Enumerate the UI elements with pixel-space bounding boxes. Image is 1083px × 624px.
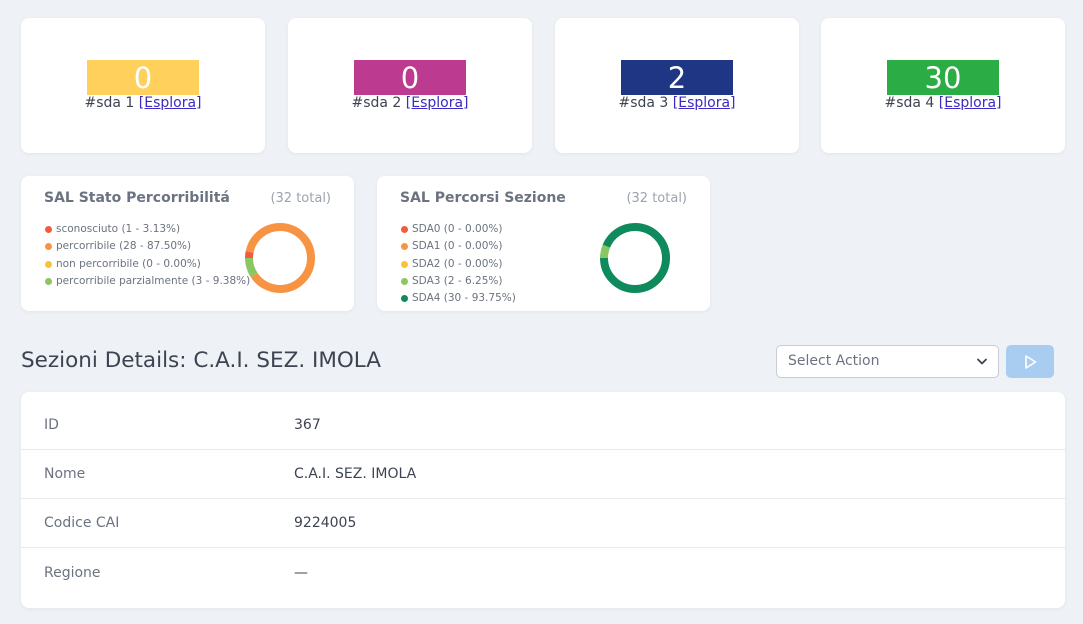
legend-dot	[401, 260, 408, 268]
stat-label: #sda 2 [Esplora]	[351, 94, 468, 112]
play-icon	[1025, 354, 1037, 369]
page-title: Sezioni Details: C.A.I. SEZ. IMOLA	[21, 348, 381, 373]
chart-total: (32 total)	[270, 191, 331, 206]
legend-item: SDA0 (0 - 0.00%)	[401, 221, 516, 238]
row-value: 9224005	[294, 515, 357, 531]
esplora-link[interactable]: [Esplora]	[939, 95, 1002, 111]
legend-item: non percorribile (0 - 0.00%)	[45, 256, 250, 273]
chart-total: (32 total)	[626, 191, 687, 206]
table-row: ID 367	[21, 401, 1065, 450]
legend-dot	[45, 260, 52, 268]
stat-label-text: #sda 1	[84, 94, 135, 111]
row-value: C.A.I. SEZ. IMOLA	[294, 466, 417, 482]
legend-item: percorribile (28 - 87.50%)	[45, 238, 250, 255]
chart-title: SAL Stato Percorribilitá	[44, 190, 230, 206]
legend-label: SDA2 (0 - 0.00%)	[412, 257, 503, 270]
row-key: Nome	[44, 466, 86, 482]
row-key: ID	[44, 417, 59, 433]
legend-item: sconosciuto (1 - 3.13%)	[45, 221, 250, 238]
legend-label: percorribile parzialmente (3 - 9.38%)	[56, 274, 251, 287]
legend-label: non percorribile (0 - 0.00%)	[56, 257, 201, 270]
stat-card-sda1: 0 #sda 1 [Esplora]	[21, 18, 265, 153]
stat-value: 0	[87, 59, 199, 95]
chevron-down-icon	[976, 346, 988, 377]
stat-label: #sda 1 [Esplora]	[84, 94, 201, 112]
stat-label: #sda 4 [Esplora]	[884, 94, 1001, 112]
legend-label: SDA1 (0 - 0.00%)	[412, 240, 503, 253]
legend-dot	[45, 226, 52, 234]
legend-dot	[45, 278, 52, 286]
table-row: Nome C.A.I. SEZ. IMOLA	[21, 450, 1065, 499]
row-key: Codice CAI	[44, 515, 120, 531]
table-row: Regione —	[21, 548, 1065, 597]
donut-chart	[245, 223, 315, 293]
esplora-link[interactable]: [Esplora]	[406, 95, 469, 111]
run-action-button[interactable]	[1006, 345, 1054, 378]
stat-value: 2	[621, 59, 733, 95]
table-row: Codice CAI 9224005	[21, 499, 1065, 548]
legend-label: percorribile (28 - 87.50%)	[56, 240, 192, 253]
stat-card-sda2: 0 #sda 2 [Esplora]	[288, 18, 532, 153]
stat-card-sda3: 2 #sda 3 [Esplora]	[555, 18, 799, 153]
stat-label: #sda 3 [Esplora]	[618, 94, 735, 112]
legend-label: SDA4 (30 - 93.75%)	[412, 292, 516, 305]
chart-title: SAL Percorsi Sezione	[400, 190, 566, 206]
action-select-value: Select Action	[788, 353, 880, 369]
esplora-link[interactable]: [Esplora]	[139, 95, 202, 111]
row-value: 367	[294, 417, 321, 433]
donut-slice-sda4	[600, 223, 670, 293]
action-select[interactable]: Select Action	[776, 345, 999, 378]
stat-label-text: #sda 3	[618, 94, 669, 111]
legend-label: sconosciuto (1 - 3.13%)	[56, 223, 181, 235]
legend-item: percorribile parzialmente (3 - 9.38%)	[45, 273, 250, 290]
stat-card-sda4: 30 #sda 4 [Esplora]	[821, 18, 1065, 153]
legend-item: SDA4 (30 - 93.75%)	[401, 290, 516, 307]
legend-label: SDA0 (0 - 0.00%)	[412, 223, 503, 235]
legend-dot	[45, 243, 52, 251]
chart-legend: sconosciuto (1 - 3.13%) percorribile (28…	[45, 221, 250, 290]
legend-item: SDA3 (2 - 6.25%)	[401, 273, 516, 290]
chart-card-percorribilita: SAL Stato Percorribilitá (32 total) scon…	[21, 176, 354, 311]
stat-label-text: #sda 2	[351, 94, 402, 111]
legend-dot	[401, 295, 408, 303]
legend-dot	[401, 226, 408, 234]
legend-dot	[401, 243, 408, 251]
donut-chart	[600, 223, 670, 293]
legend-item: SDA1 (0 - 0.00%)	[401, 238, 516, 255]
legend-dot	[401, 278, 408, 286]
esplora-link[interactable]: [Esplora]	[673, 95, 736, 111]
details-table: ID 367 Nome C.A.I. SEZ. IMOLA Codice CAI…	[21, 392, 1065, 608]
legend-label: SDA3 (2 - 6.25%)	[412, 274, 503, 287]
chart-card-percorsi: SAL Percorsi Sezione (32 total) SDA0 (0 …	[377, 176, 710, 311]
chart-legend: SDA0 (0 - 0.00%) SDA1 (0 - 0.00%) SDA2 (…	[401, 221, 516, 307]
stat-label-text: #sda 4	[884, 94, 935, 111]
stat-value: 30	[887, 59, 999, 95]
row-key: Regione	[44, 564, 101, 581]
legend-item: SDA2 (0 - 0.00%)	[401, 256, 516, 273]
donut-slice-percorribile	[245, 223, 315, 293]
row-value: —	[294, 564, 308, 581]
stat-value: 0	[354, 59, 466, 95]
